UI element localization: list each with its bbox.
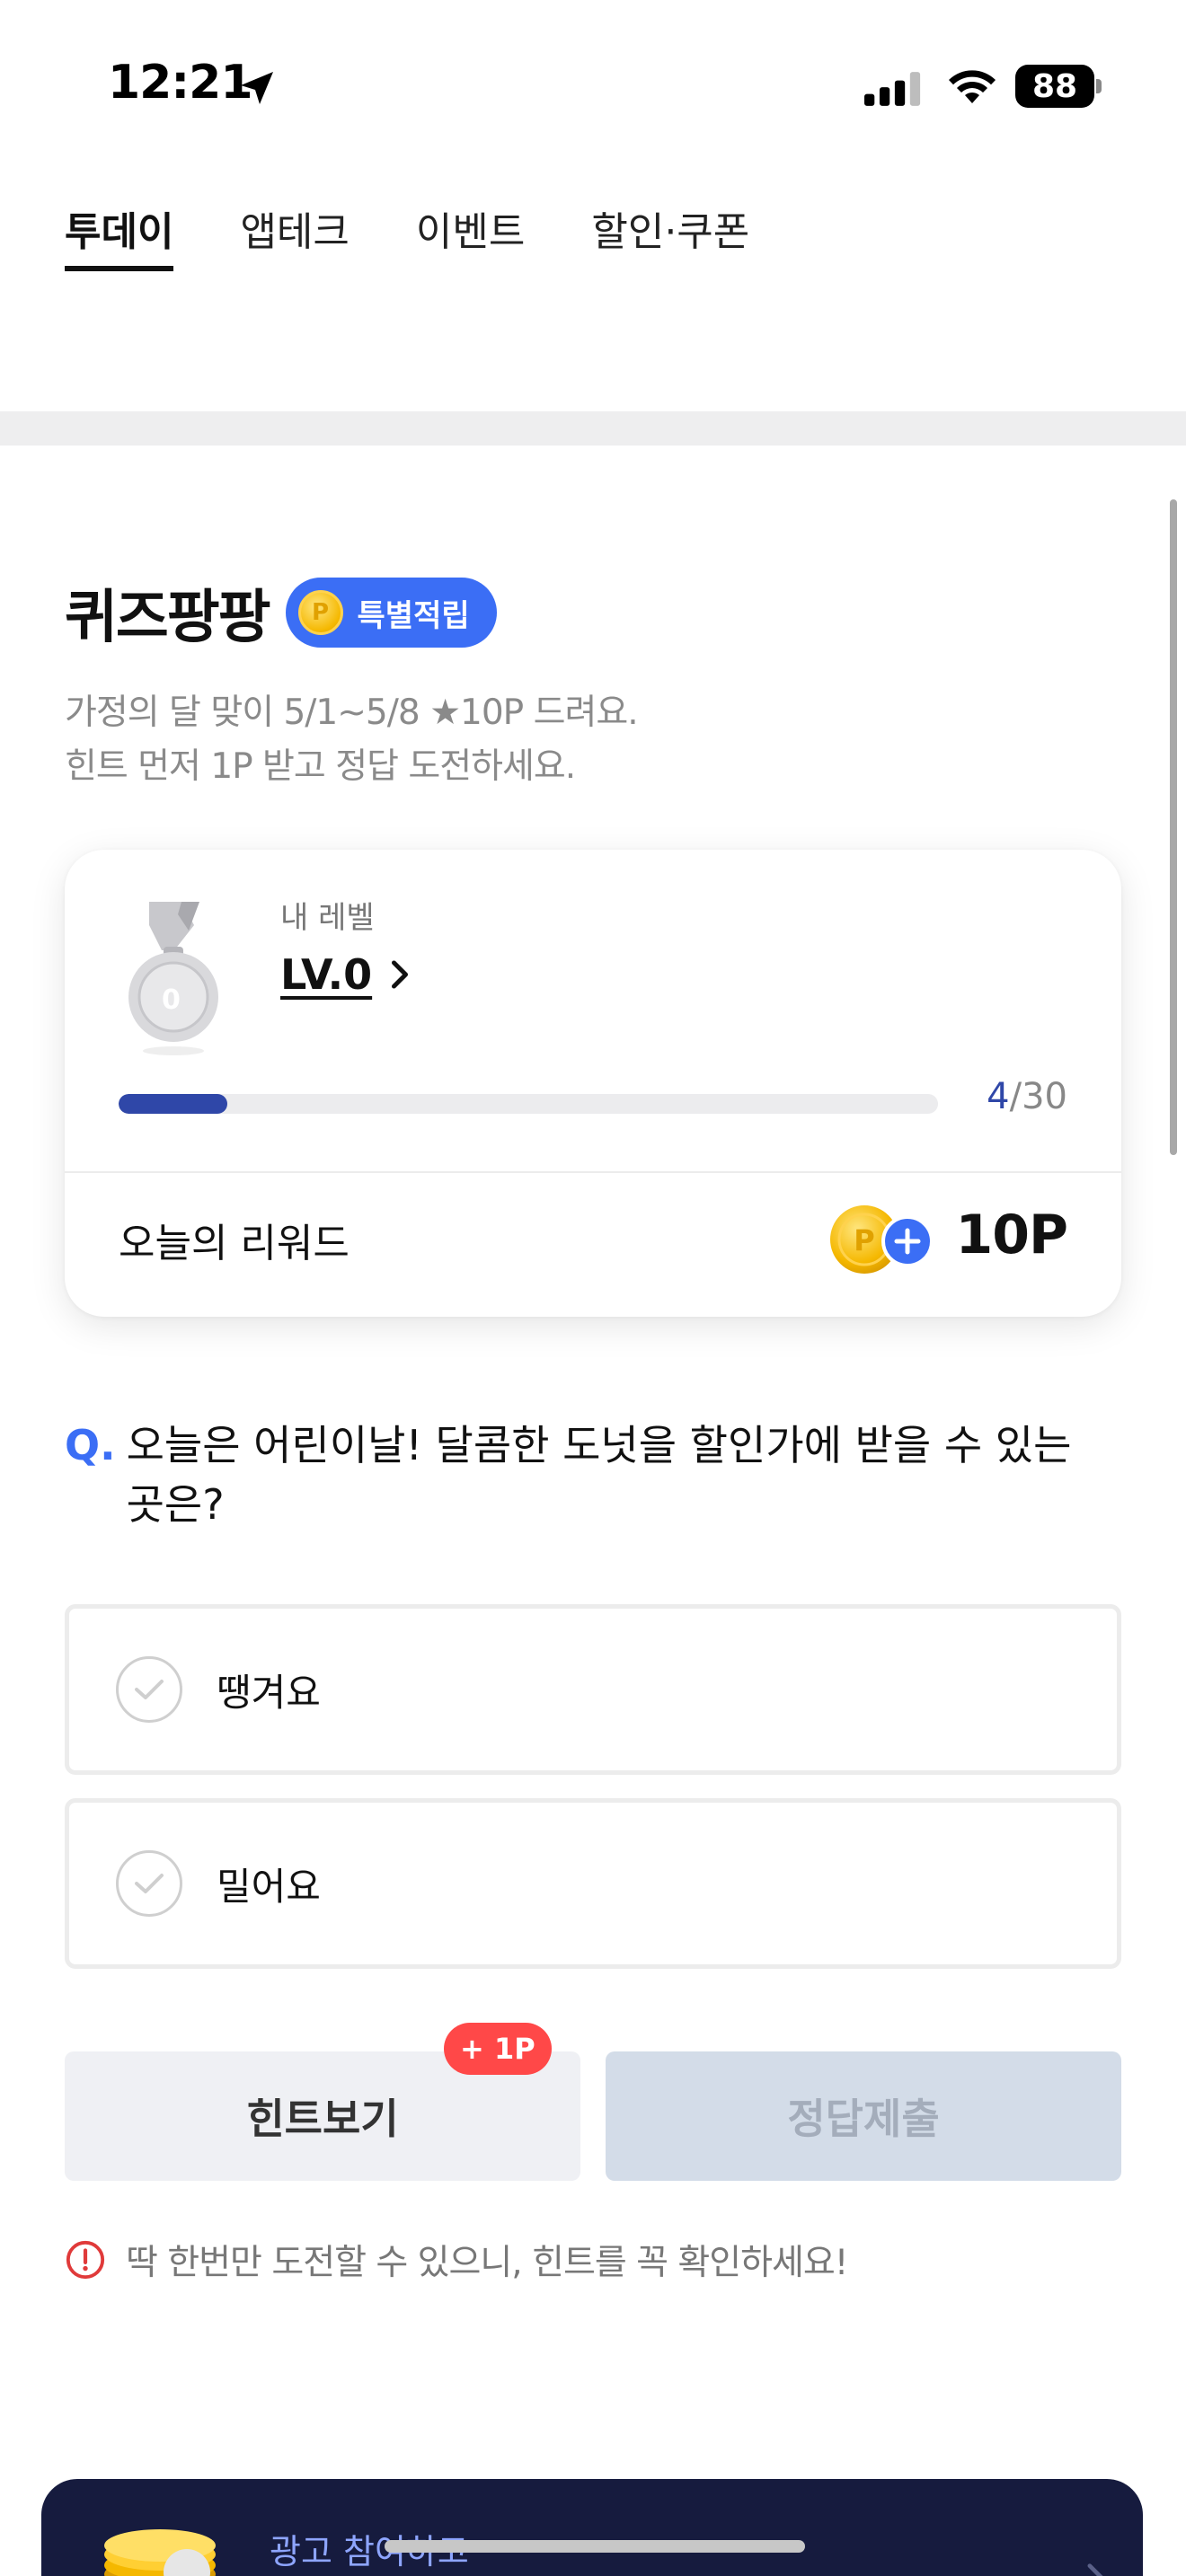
check-circle-icon	[116, 1656, 182, 1723]
progress-total: /30	[1009, 1076, 1067, 1117]
progress-current: 4	[987, 1076, 1010, 1117]
quiz-description: 가정의 달 맞이 5/1~5/8 ★10P 드려요. 힌트 먼저 1P 받고 정…	[65, 686, 639, 794]
tab-today[interactable]: 투데이	[65, 189, 174, 278]
question-mark: Q.	[65, 1421, 116, 1469]
quiz-question: Q. 오늘은 어린이날! 달콤한 도넛을 할인가에 받을 수 있는 곳은?	[65, 1416, 1121, 1534]
status-time: 12:21	[108, 56, 253, 110]
scrollbar[interactable]	[1170, 499, 1177, 1155]
card-divider	[65, 1171, 1121, 1173]
question-text: 오늘은 어린이날! 달콤한 도넛을 할인가에 받을 수 있는 곳은?	[126, 1421, 1072, 1529]
option-label: 땡겨요	[217, 1670, 321, 1715]
location-arrow-icon	[241, 72, 273, 104]
battery-level: 88	[1015, 65, 1094, 108]
check-circle-icon	[116, 1850, 182, 1917]
option-label: 밀어요	[217, 1864, 321, 1909]
reward-coin-letter: P	[854, 1223, 874, 1257]
medal-icon	[128, 902, 218, 1055]
cellular-signal-icon	[864, 72, 921, 106]
coin-plus-icon: P	[830, 1205, 934, 1274]
level-link[interactable]: LV.0	[280, 950, 412, 999]
chevron-right-icon	[1087, 2563, 1103, 2576]
level-progress-bar	[119, 1094, 938, 1114]
home-indicator[interactable]	[385, 2540, 805, 2553]
special-reward-badge: P 특별적립	[285, 578, 497, 648]
battery-cap	[1096, 79, 1102, 93]
status-bar: 12:21 88	[0, 0, 1186, 162]
chevron-right-icon	[392, 960, 409, 989]
description-line-1: 가정의 달 맞이 5/1~5/8 ★10P 드려요.	[65, 693, 639, 733]
description-line-2: 힌트 먼저 1P 받고 정답 도전하세요.	[65, 746, 576, 787]
quiz-header: 퀴즈팡팡 P 특별적립	[65, 571, 497, 654]
alert-circle-icon	[66, 2240, 105, 2280]
medal-number: 0	[162, 984, 181, 1016]
warning-notice: 딱 한번만 도전할 수 있으니, 힌트를 꼭 확인하세요!	[65, 2235, 848, 2285]
hint-point-badge: + 1P	[444, 2023, 552, 2075]
level-progress-fill	[119, 1094, 228, 1114]
tab-discount-coupon[interactable]: 할인·쿠폰	[591, 189, 749, 278]
badge-label: 특별적립	[357, 597, 470, 634]
todays-reward-label: 오늘의 리워드	[119, 1221, 350, 1266]
ad-banner[interactable]: 광고 참여하고	[41, 2479, 1143, 2576]
tab-events[interactable]: 이벤트	[416, 189, 525, 278]
warning-text: 딱 한번만 도전할 수 있으니, 힌트를 꼭 확인하세요!	[126, 2243, 848, 2283]
level-label: 내 레벨	[280, 900, 375, 936]
level-value: LV.0	[280, 950, 373, 999]
level-progress-count: 4/30	[987, 1076, 1067, 1117]
coin-icon: P	[297, 590, 343, 635]
answer-option-2[interactable]: 밀어요	[65, 1798, 1121, 1969]
submit-answer-button[interactable]: 정답제출	[606, 2051, 1121, 2181]
top-tabs: 투데이 앱테크 이벤트 할인·쿠폰	[65, 189, 749, 287]
todays-reward-value: 10P	[955, 1204, 1068, 1266]
page-title: 퀴즈팡팡	[65, 585, 271, 651]
section-divider	[0, 411, 1186, 446]
answer-option-1[interactable]: 땡겨요	[65, 1604, 1121, 1775]
coin-stack-icon	[104, 2529, 216, 2576]
battery-icon: 88	[1015, 65, 1102, 108]
tab-app-tech[interactable]: 앱테크	[240, 189, 349, 278]
level-card: 0 내 레벨 LV.0 4/30 오늘의 리워드 P 10P	[65, 850, 1121, 1317]
wifi-icon	[949, 70, 996, 103]
